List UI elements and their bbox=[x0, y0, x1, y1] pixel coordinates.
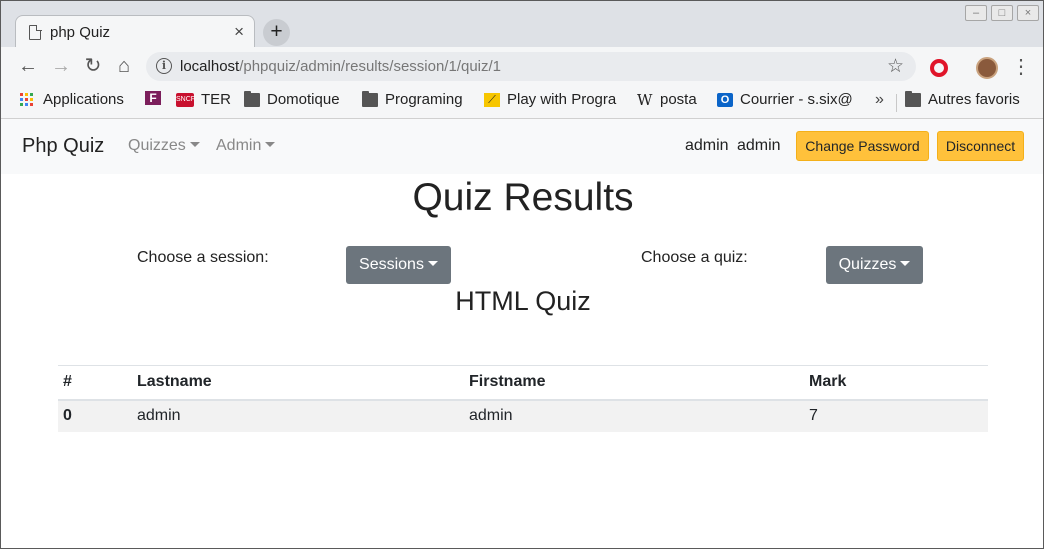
column-header-firstname: Firstname bbox=[464, 365, 804, 401]
caret-down-icon bbox=[900, 261, 911, 266]
table-row: 0 admin admin 7 bbox=[58, 399, 988, 432]
bookmark-programing[interactable]: Programing bbox=[362, 90, 463, 108]
folder-icon bbox=[905, 90, 921, 107]
wikipedia-icon: W bbox=[637, 90, 653, 109]
back-icon[interactable]: ← bbox=[16, 54, 40, 78]
column-header-mark: Mark bbox=[804, 365, 988, 401]
bookmark-applications[interactable]: Applications bbox=[20, 91, 124, 108]
bookmarks-bar: Applications F SNCF TER Domotique Progra… bbox=[1, 85, 1043, 119]
outlook-icon: O bbox=[717, 92, 733, 107]
home-icon[interactable]: ⌂ bbox=[112, 54, 136, 78]
cell-firstname: admin bbox=[464, 399, 804, 432]
cell-lastname: admin bbox=[132, 399, 464, 432]
bookmark-f[interactable]: F bbox=[145, 91, 168, 105]
folder-icon bbox=[362, 90, 378, 107]
info-icon[interactable]: i bbox=[156, 58, 172, 74]
menu-kebab-icon[interactable]: ⋮ bbox=[1011, 55, 1031, 79]
caret-down-icon bbox=[189, 142, 200, 147]
quizzes-menu[interactable]: Quizzes bbox=[128, 137, 200, 155]
apps-grid-icon bbox=[20, 92, 34, 107]
page-title: Quiz Results bbox=[412, 176, 634, 219]
opera-icon[interactable] bbox=[930, 59, 948, 77]
browser-window: php Quiz × + – □ × ← → ↻ ⌂ i localhost/p… bbox=[0, 0, 1044, 549]
cell-mark: 7 bbox=[804, 399, 988, 432]
page-icon bbox=[29, 24, 42, 40]
sessions-dropdown-button[interactable]: Sessions bbox=[346, 246, 451, 284]
sncf-icon: SNCF bbox=[176, 92, 195, 107]
bookmark-play-with-programming[interactable]: ⟋ Play with Progra bbox=[484, 91, 616, 108]
f-logo-icon: F bbox=[145, 91, 161, 105]
table-header-row: # Lastname Firstname Mark bbox=[58, 365, 988, 401]
bookmark-autres-favoris[interactable]: Autres favoris bbox=[905, 90, 1020, 108]
play-icon: ⟋ bbox=[484, 92, 500, 107]
quizzes-dropdown-button[interactable]: Quizzes bbox=[826, 246, 923, 284]
browser-toolbar: ← → ↻ ⌂ i localhost/phpquiz/admin/result… bbox=[1, 47, 1043, 85]
bookmark-courrier[interactable]: O Courrier - s.six@ bbox=[717, 91, 853, 108]
bookmark-ter[interactable]: SNCF TER bbox=[176, 91, 231, 108]
url-text[interactable]: localhost/phpquiz/admin/results/session/… bbox=[180, 58, 501, 75]
column-header-lastname: Lastname bbox=[132, 365, 464, 401]
tab-title: php Quiz bbox=[50, 24, 111, 41]
bookmark-domotique[interactable]: Domotique bbox=[244, 90, 340, 108]
cell-index: 0 bbox=[58, 399, 132, 432]
close-window-icon[interactable]: × bbox=[1017, 5, 1039, 21]
bookmarks-divider bbox=[896, 94, 897, 112]
user-firstname: admin bbox=[737, 137, 781, 154]
bookmark-posta[interactable]: W posta bbox=[637, 91, 697, 108]
caret-down-icon bbox=[265, 142, 276, 147]
profile-avatar[interactable] bbox=[976, 57, 998, 79]
forward-icon[interactable]: → bbox=[49, 54, 73, 78]
tab-close-icon[interactable]: × bbox=[234, 22, 244, 42]
app-navbar: Php Quiz Quizzes Admin admin admin Chang… bbox=[1, 119, 1043, 174]
navbar-brand[interactable]: Php Quiz bbox=[22, 135, 104, 158]
reload-icon[interactable]: ↻ bbox=[81, 54, 105, 78]
address-bar[interactable]: i localhost/phpquiz/admin/results/sessio… bbox=[146, 52, 916, 81]
disconnect-button[interactable]: Disconnect bbox=[937, 131, 1024, 161]
admin-menu[interactable]: Admin bbox=[216, 137, 276, 155]
folder-icon bbox=[244, 90, 260, 107]
bookmarks-overflow-icon[interactable]: » bbox=[875, 91, 884, 109]
tab-strip: php Quiz × + – □ × bbox=[1, 1, 1043, 48]
quiz-label: Choose a quiz: bbox=[641, 249, 748, 266]
new-tab-button[interactable]: + bbox=[263, 19, 290, 46]
maximize-icon[interactable]: □ bbox=[991, 5, 1013, 21]
user-lastname: admin bbox=[685, 137, 729, 154]
minimize-icon[interactable]: – bbox=[965, 5, 987, 21]
caret-down-icon bbox=[427, 261, 438, 266]
browser-tab[interactable]: php Quiz × bbox=[15, 15, 255, 48]
session-label: Choose a session: bbox=[137, 249, 269, 266]
bookmark-star-icon[interactable]: ☆ bbox=[887, 55, 904, 78]
column-header-index: # bbox=[58, 365, 132, 401]
change-password-button[interactable]: Change Password bbox=[796, 131, 929, 161]
quiz-name: HTML Quiz bbox=[455, 286, 591, 316]
results-table: # Lastname Firstname Mark 0 admin admin … bbox=[58, 365, 988, 432]
